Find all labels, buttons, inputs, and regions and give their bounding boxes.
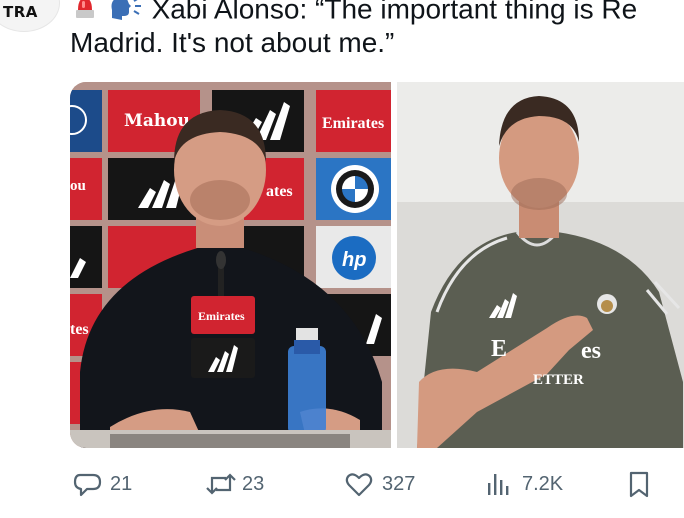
bar-chart-icon bbox=[484, 469, 514, 499]
board-label-emirates-1: Emirates bbox=[322, 115, 384, 132]
board-label-emirates-2: ates bbox=[266, 183, 293, 200]
bookmark-icon bbox=[624, 469, 654, 499]
tweet-media[interactable]: Mahou Emirates ates hp tes ou Emirates E… bbox=[70, 82, 684, 448]
shirt-text-es: es bbox=[581, 338, 601, 364]
board-label-mahou: Mahou bbox=[124, 111, 190, 131]
press-conference-image[interactable]: Mahou Emirates ates hp tes ou Emirates bbox=[70, 82, 391, 448]
shirt-text-better: ETTER bbox=[533, 372, 584, 388]
tweet-line-1: Xabi Alonso: “The important thing is Re bbox=[70, 0, 684, 26]
like-count: 327 bbox=[382, 472, 416, 495]
tweet-text: Xabi Alonso: “The important thing is Re … bbox=[70, 0, 684, 60]
tweet-line-1-text: Xabi Alonso: “The important thing is Re bbox=[151, 0, 638, 25]
podium-label: Emirates bbox=[198, 309, 245, 323]
repost-button[interactable]: 23 bbox=[204, 462, 264, 506]
reply-count: 21 bbox=[110, 472, 133, 495]
training-image[interactable]: E es ETTER bbox=[397, 82, 684, 448]
like-button[interactable]: 327 bbox=[344, 462, 415, 506]
shirt-text-e: E bbox=[491, 336, 507, 362]
avatar-label: TRA bbox=[3, 3, 38, 21]
board-label-emirates-3: tes bbox=[70, 321, 89, 338]
board-label-mahou-2: ou bbox=[70, 178, 86, 194]
avatar[interactable]: TRA bbox=[0, 0, 60, 32]
heart-icon bbox=[344, 469, 374, 499]
tweet-line-2: Madrid. It's not about me.” bbox=[70, 27, 395, 58]
reply-icon bbox=[72, 469, 102, 499]
bookmark-button[interactable] bbox=[624, 462, 654, 506]
repost-icon bbox=[204, 469, 236, 499]
view-count: 7.2K bbox=[522, 472, 564, 495]
reply-button[interactable]: 21 bbox=[72, 462, 132, 506]
board-label-hp: hp bbox=[342, 249, 366, 271]
views-button[interactable]: 7.2K bbox=[484, 462, 563, 506]
repost-count: 23 bbox=[242, 472, 265, 495]
tweet-action-bar: 21 23 327 7.2K bbox=[0, 462, 684, 506]
